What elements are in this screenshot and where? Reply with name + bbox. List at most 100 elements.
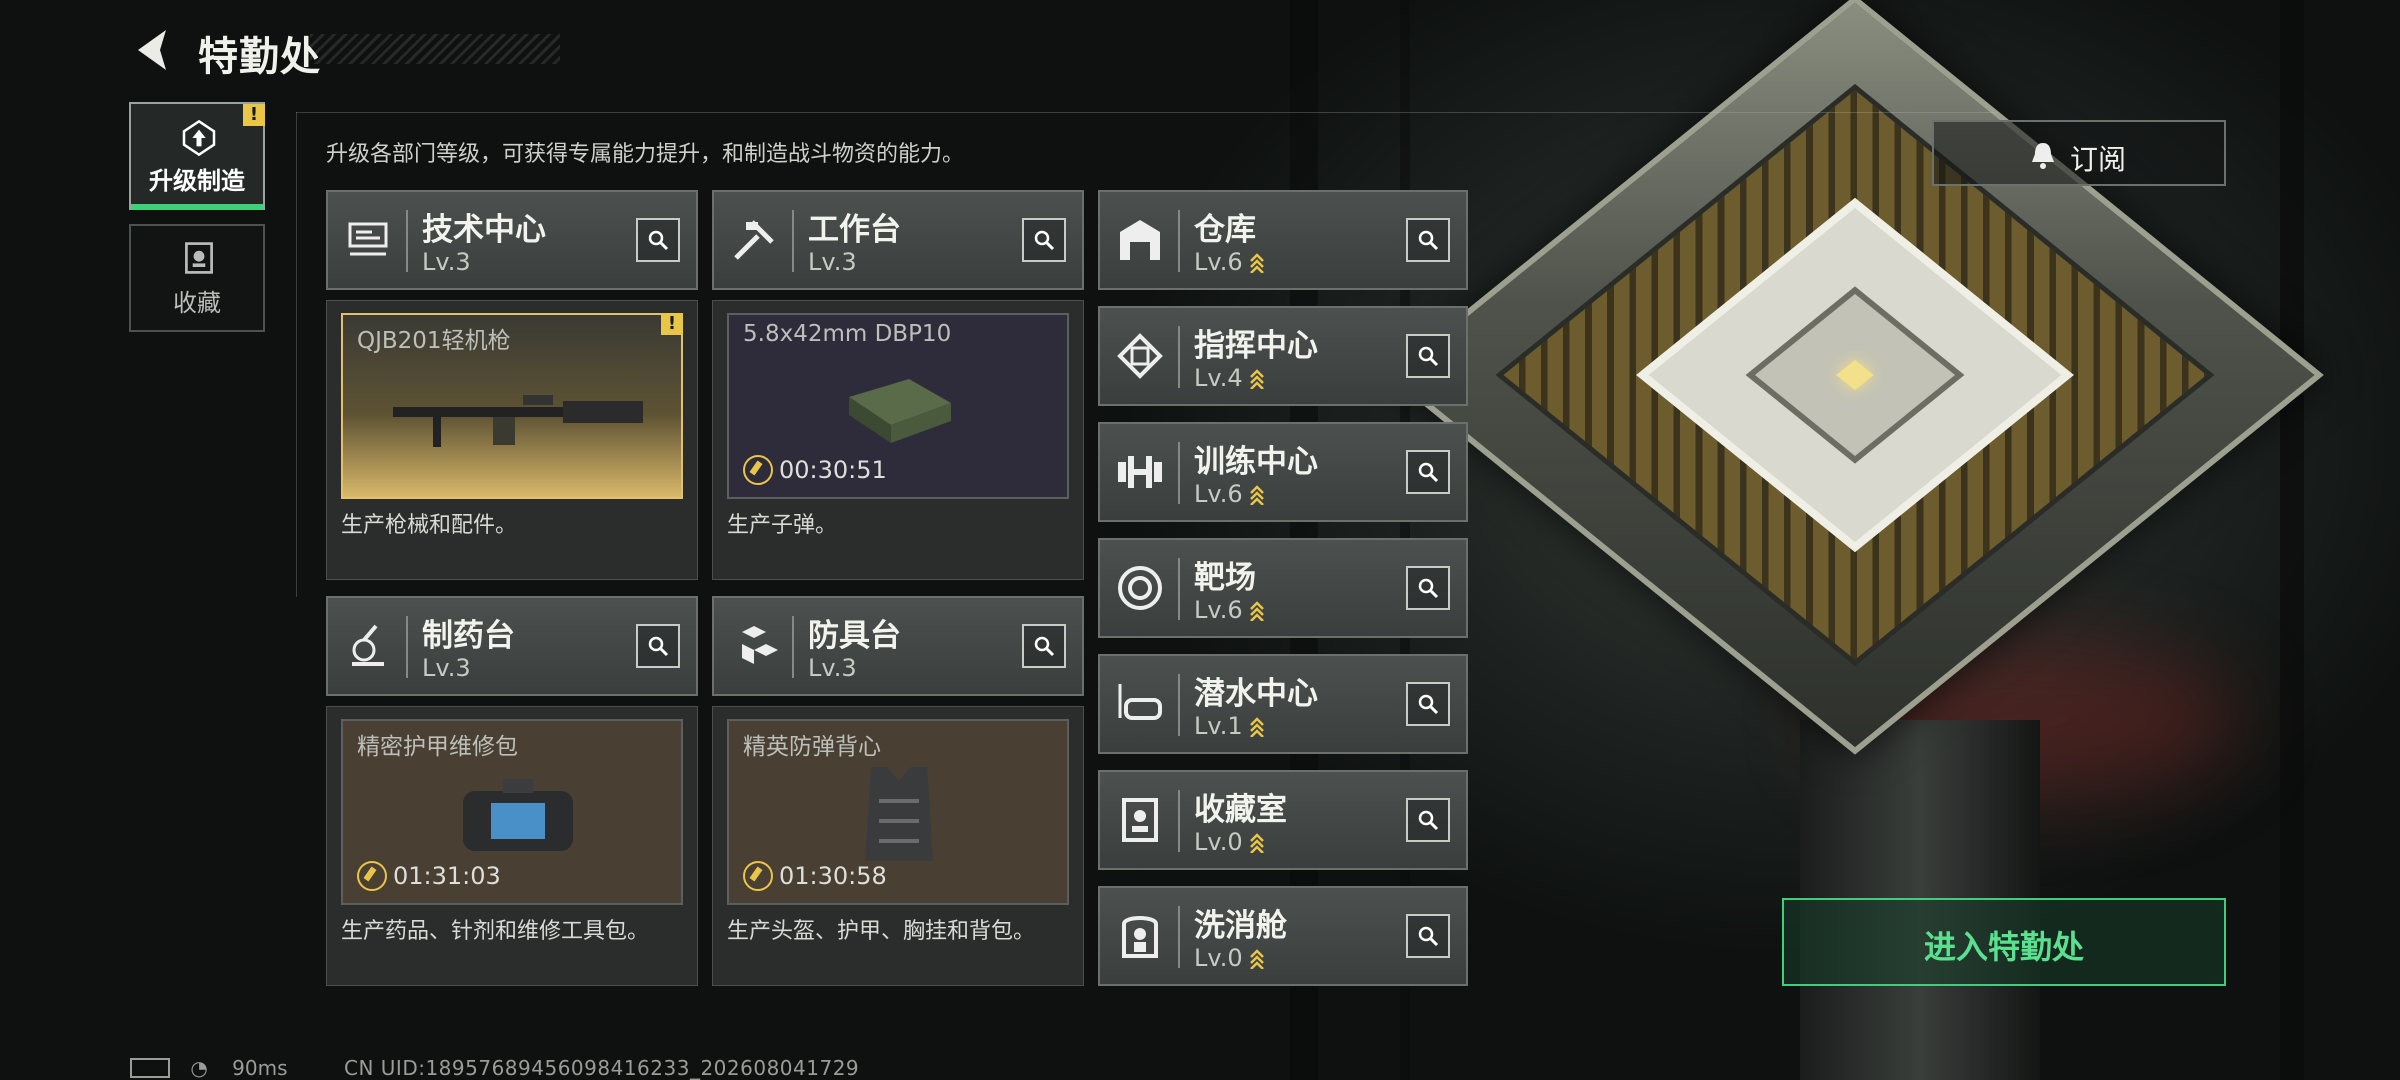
inspect-button[interactable] xyxy=(1406,914,1450,958)
department-card-target[interactable]: 靶场 Lv.6 xyxy=(1098,538,1468,638)
timer-wrench-icon xyxy=(357,861,387,891)
upgrade-chevron-icon xyxy=(1249,485,1264,505)
repair-kit-icon xyxy=(463,779,573,851)
decon-chamber-icon xyxy=(1122,916,1158,958)
ping-value: 90ms xyxy=(232,1056,288,1080)
production-timer: 00:30:51 xyxy=(743,455,887,485)
search-icon xyxy=(1418,810,1439,831)
production-slot[interactable]: 精密护甲维修包 01:31:03 xyxy=(341,719,683,905)
department-card-dumbbell[interactable]: 训练中心 Lv.6 xyxy=(1098,422,1468,522)
department-name: 仓库 xyxy=(1194,212,1256,248)
card-header: 技术中心 Lv.3 xyxy=(326,190,698,290)
wifi-icon: ◔ xyxy=(190,1056,208,1080)
department-level: Lv.4 xyxy=(1194,364,1265,392)
inspect-button[interactable] xyxy=(1406,334,1450,378)
department-level: Lv.3 xyxy=(422,248,471,276)
department-card-display-case[interactable]: 收藏室 Lv.0 xyxy=(1098,770,1468,870)
special-ops-cube xyxy=(1386,0,2324,755)
timer-wrench-icon xyxy=(743,455,773,485)
collection-icon xyxy=(185,242,213,274)
department-name: 训练中心 xyxy=(1194,444,1318,480)
department-level: Lv.6 xyxy=(1194,480,1265,508)
department-name: 洗消舱 xyxy=(1194,908,1287,944)
card-header: 潜水中心 Lv.1 xyxy=(1098,654,1468,754)
inspect-button[interactable] xyxy=(636,624,680,668)
department-card-armor-bench[interactable]: 防具台 Lv.3 精英防弹背心 01:30:58 生产头盔、护甲、胸挂和背包。 xyxy=(712,596,1084,986)
upgrade-icon xyxy=(182,119,216,157)
diving-mask-icon xyxy=(1118,684,1162,720)
inspect-button[interactable] xyxy=(1022,624,1066,668)
tab-label: 升级制造 xyxy=(149,167,245,195)
department-description: 生产头盔、护甲、胸挂和背包。 xyxy=(727,919,1036,944)
department-name: 潜水中心 xyxy=(1194,676,1318,712)
title-stripe xyxy=(310,34,560,64)
department-card-warehouse[interactable]: 仓库 Lv.6 xyxy=(1098,190,1468,290)
upgrade-chevron-icon xyxy=(1249,253,1264,273)
inspect-button[interactable] xyxy=(1022,218,1066,262)
display-case-icon xyxy=(1122,798,1158,842)
upgrade-chevron-icon xyxy=(1249,833,1264,853)
page-title: 特勤处 xyxy=(198,34,321,80)
inspect-button[interactable] xyxy=(1406,798,1450,842)
department-card-workbench[interactable]: 工作台 Lv.3 5.8x42mm DBP10 00:30:51 生产子弹。 xyxy=(712,190,1084,580)
production-slot[interactable]: 精英防弹背心 01:30:58 xyxy=(727,719,1069,905)
card-header: 仓库 Lv.6 xyxy=(1098,190,1468,290)
department-card-pharmacy[interactable]: 制药台 Lv.3 精密护甲维修包 01:31:03 生产药品、针剂和维修工具包。 xyxy=(326,596,698,986)
department-level: Lv.3 xyxy=(808,654,857,682)
inspect-button[interactable] xyxy=(636,218,680,262)
production-item-name: QJB201轻机枪 xyxy=(357,328,511,354)
inspect-button[interactable] xyxy=(1406,566,1450,610)
department-level: Lv.0 xyxy=(1194,944,1265,972)
production-slot[interactable]: 5.8x42mm DBP10 00:30:51 xyxy=(727,313,1069,499)
upgrade-chevron-icon xyxy=(1249,601,1264,621)
production-timer: 01:31:03 xyxy=(357,861,501,891)
upgrade-chevron-icon xyxy=(1249,717,1264,737)
production-panel: ! QJB201轻机枪 生产枪械和配件。 xyxy=(326,300,698,580)
search-icon xyxy=(1418,462,1439,483)
department-level: Lv.6 xyxy=(1194,596,1265,624)
search-icon xyxy=(1418,926,1439,947)
upgrade-chevron-icon xyxy=(1249,369,1264,389)
card-header: 训练中心 Lv.6 xyxy=(1098,422,1468,522)
enter-special-ops-button[interactable]: 进入特勤处 xyxy=(1782,898,2226,986)
search-icon xyxy=(1418,346,1439,367)
department-name: 防具台 xyxy=(808,618,901,654)
upgrade-chevron-icon xyxy=(1249,949,1264,969)
inspect-button[interactable] xyxy=(1406,218,1450,262)
production-item-name: 精英防弹背心 xyxy=(743,734,881,760)
enter-label: 进入特勤处 xyxy=(1923,928,2084,966)
back-arrow-icon[interactable] xyxy=(130,26,178,74)
department-name: 制药台 xyxy=(422,618,515,654)
production-timer: 01:30:58 xyxy=(743,861,887,891)
department-card-decon-chamber[interactable]: 洗消舱 Lv.0 xyxy=(1098,886,1468,986)
production-panel: 5.8x42mm DBP10 00:30:51 生产子弹。 xyxy=(712,300,1084,580)
machine-gun-icon xyxy=(393,395,643,447)
subscribe-button[interactable]: 订阅 xyxy=(1932,120,2226,186)
card-header: 洗消舱 Lv.0 xyxy=(1098,886,1468,986)
department-card-command-chip[interactable]: 指挥中心 Lv.4 xyxy=(1098,306,1468,406)
vest-icon xyxy=(865,767,933,861)
inspect-button[interactable] xyxy=(1406,450,1450,494)
production-item-name: 5.8x42mm DBP10 xyxy=(743,321,952,347)
department-level: Lv.0 xyxy=(1194,828,1265,856)
ammo-box-icon xyxy=(849,379,951,443)
card-header: 收藏室 Lv.0 xyxy=(1098,770,1468,870)
department-card-tech-center[interactable]: 技术中心 Lv.3 ! QJB201轻机枪 生产枪械和配件。 xyxy=(326,190,698,580)
department-description: 生产子弹。 xyxy=(727,513,838,538)
production-panel: 精英防弹背心 01:30:58 生产头盔、护甲、胸挂和背包。 xyxy=(712,706,1084,986)
search-icon xyxy=(1034,230,1055,251)
production-slot[interactable]: ! QJB201轻机枪 xyxy=(341,313,683,499)
department-name: 靶场 xyxy=(1194,560,1256,596)
armor-blocks-icon xyxy=(742,626,778,664)
tab-upgrade-manufacture[interactable]: ! 升级制造 xyxy=(129,102,265,210)
tab-collection[interactable]: 收藏 xyxy=(129,224,265,332)
search-icon xyxy=(1418,230,1439,251)
department-name: 技术中心 xyxy=(422,212,546,248)
page-subtitle: 升级各部门等级，可获得专属能力提升，和制造战斗物资的能力。 xyxy=(326,142,965,167)
bell-icon xyxy=(2032,143,2054,169)
department-card-diving-mask[interactable]: 潜水中心 Lv.1 xyxy=(1098,654,1468,754)
department-name: 收藏室 xyxy=(1194,792,1287,828)
department-description: 生产枪械和配件。 xyxy=(341,513,518,538)
department-level: Lv.1 xyxy=(1194,712,1265,740)
inspect-button[interactable] xyxy=(1406,682,1450,726)
